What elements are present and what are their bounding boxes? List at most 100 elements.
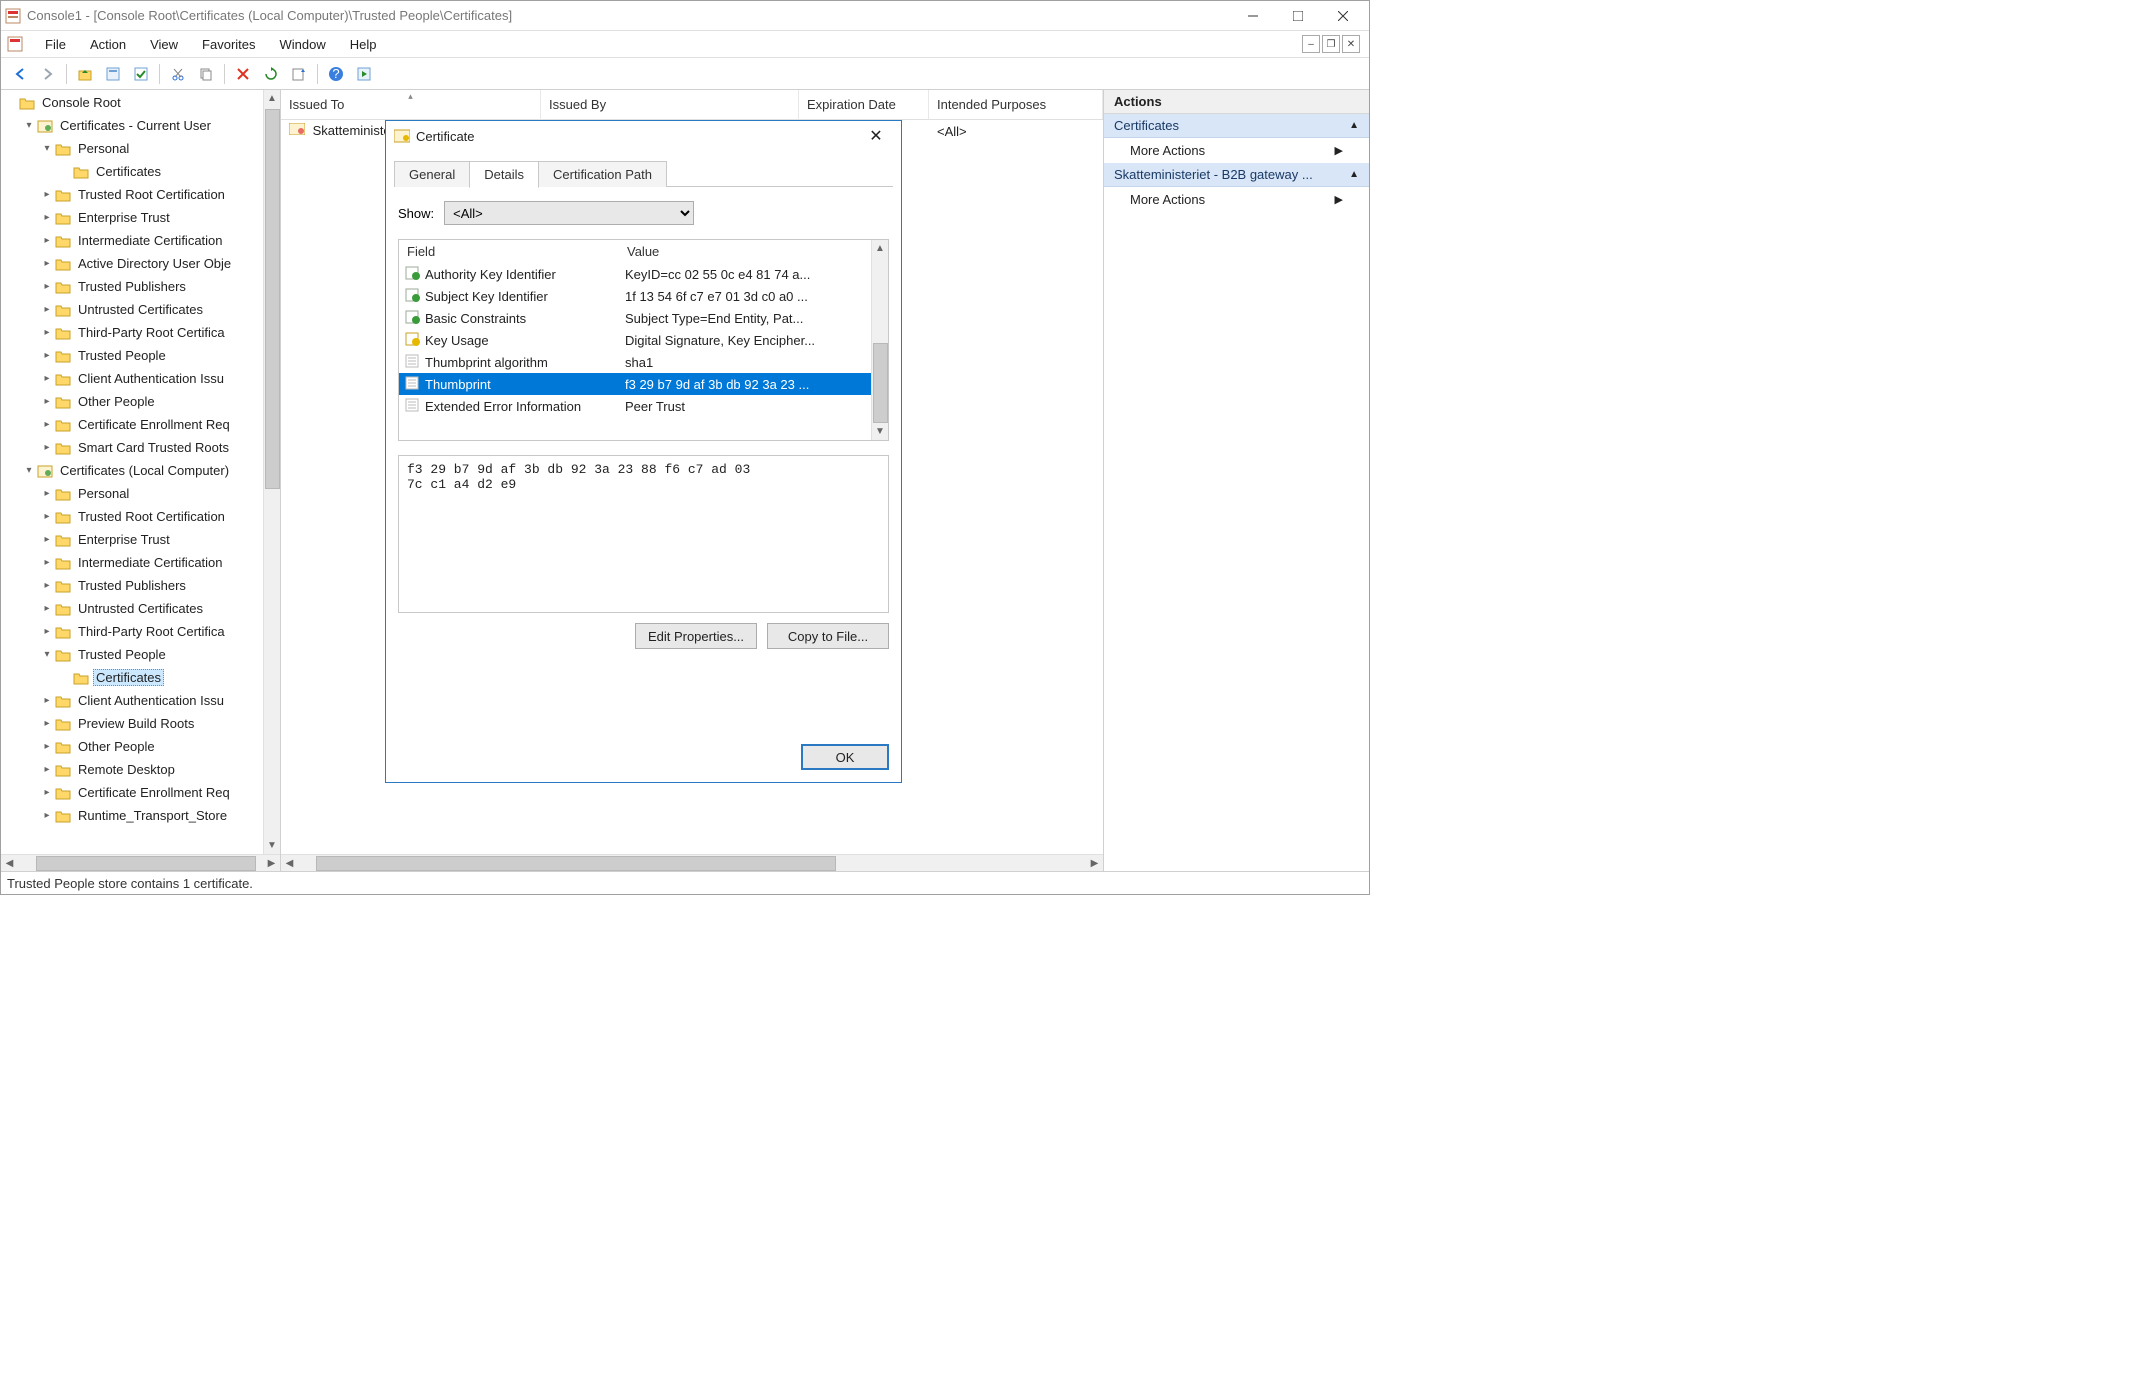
tree-node[interactable]: ▸ Runtime_Transport_Store [1, 804, 263, 827]
expand-icon[interactable]: ▸ [39, 327, 55, 338]
expand-icon[interactable]: ▸ [39, 603, 55, 614]
tree-node[interactable]: ▸ Remote Desktop [1, 758, 263, 781]
dialog-close-button[interactable]: ✕ [859, 122, 893, 150]
field-list-scrollbar[interactable]: ▲ ▼ [871, 240, 888, 440]
tree-node[interactable]: ▸ Client Authentication Issu [1, 367, 263, 390]
expand-icon[interactable]: ▸ [39, 626, 55, 637]
expand-icon[interactable]: ▾ [39, 143, 55, 154]
mdi-restore-button[interactable]: ❐ [1322, 35, 1340, 53]
tree-node[interactable]: ▸ Enterprise Trust [1, 528, 263, 551]
expand-icon[interactable]: ▸ [39, 258, 55, 269]
tree-node[interactable]: ▸ Trusted Root Certification [1, 183, 263, 206]
folder-up-button[interactable] [72, 61, 98, 87]
minimize-button[interactable] [1230, 1, 1275, 30]
expand-icon[interactable]: ▾ [21, 465, 37, 476]
help-button[interactable]: ? [323, 61, 349, 87]
tree-node[interactable]: ▸ Trusted People [1, 344, 263, 367]
col-issued-to[interactable]: Issued To [281, 90, 541, 119]
expand-icon[interactable]: ▸ [39, 764, 55, 775]
field-row[interactable]: Subject Key Identifier 1f 13 54 6f c7 e7… [399, 285, 871, 307]
menu-view[interactable]: View [138, 33, 190, 56]
col-purposes[interactable]: Intended Purposes [929, 90, 1103, 119]
tree-node[interactable]: ▸ Active Directory User Obje [1, 252, 263, 275]
expand-icon[interactable]: ▾ [39, 649, 55, 660]
ok-button[interactable]: OK [801, 744, 889, 770]
tree-node[interactable]: ▸ Personal [1, 482, 263, 505]
tree-node[interactable]: ▸ Untrusted Certificates [1, 298, 263, 321]
tree-node[interactable]: ▸ Intermediate Certification [1, 551, 263, 574]
tree-node[interactable]: ▸ Trusted Publishers [1, 574, 263, 597]
tree-node[interactable]: ▸ Client Authentication Issu [1, 689, 263, 712]
expand-icon[interactable]: ▸ [39, 488, 55, 499]
expand-icon[interactable]: ▸ [39, 511, 55, 522]
tree-node[interactable]: ▾ Trusted People [1, 643, 263, 666]
run-button[interactable] [351, 61, 377, 87]
tree-node[interactable]: ▸ Intermediate Certification [1, 229, 263, 252]
col-issued-by[interactable]: Issued By [541, 90, 799, 119]
expand-icon[interactable]: ▸ [39, 580, 55, 591]
menu-window[interactable]: Window [268, 33, 338, 56]
expand-icon[interactable]: ▸ [39, 419, 55, 430]
menu-file[interactable]: File [33, 33, 78, 56]
expand-icon[interactable]: ▸ [39, 442, 55, 453]
expand-icon[interactable]: ▸ [39, 281, 55, 292]
expand-icon[interactable]: ▸ [39, 787, 55, 798]
tree-node[interactable]: ▾ Certificates - Current User [1, 114, 263, 137]
tree-hscrollbar[interactable]: ◀▶ [1, 854, 280, 871]
tree-node[interactable]: ▸ Certificate Enrollment Req [1, 781, 263, 804]
tree-node[interactable]: Console Root [1, 91, 263, 114]
mdi-close-button[interactable]: ✕ [1342, 35, 1360, 53]
tree-node[interactable]: ▸ Smart Card Trusted Roots [1, 436, 263, 459]
field-header[interactable]: Field [399, 240, 619, 263]
actions-more-2[interactable]: More Actions▶ [1104, 187, 1369, 212]
field-detail[interactable]: f3 29 b7 9d af 3b db 92 3a 23 88 f6 c7 a… [398, 455, 889, 613]
tree-node[interactable]: ▸ Enterprise Trust [1, 206, 263, 229]
forward-button[interactable] [35, 61, 61, 87]
field-row[interactable]: Authority Key Identifier KeyID=cc 02 55 … [399, 263, 871, 285]
menu-action[interactable]: Action [78, 33, 138, 56]
edit-properties-button[interactable]: Edit Properties... [635, 623, 757, 649]
tree-node[interactable]: ▸ Certificate Enrollment Req [1, 413, 263, 436]
console-tree[interactable]: Console Root ▾ Certificates - Current Us… [1, 90, 263, 854]
tree-node[interactable]: ▸ Third-Party Root Certifica [1, 620, 263, 643]
copy-button[interactable] [193, 61, 219, 87]
value-header[interactable]: Value [619, 240, 871, 263]
tree-node[interactable]: ▸ Trusted Root Certification [1, 505, 263, 528]
cut-button[interactable] [165, 61, 191, 87]
expand-icon[interactable]: ▸ [39, 304, 55, 315]
expand-icon[interactable]: ▾ [21, 120, 37, 131]
field-row[interactable]: Thumbprint f3 29 b7 9d af 3b db 92 3a 23… [399, 373, 871, 395]
tree-node[interactable]: ▸ Other People [1, 390, 263, 413]
actions-group-certificates[interactable]: Certificates▲ [1104, 114, 1369, 138]
tree-node[interactable]: ▸ Third-Party Root Certifica [1, 321, 263, 344]
menu-help[interactable]: Help [338, 33, 389, 56]
field-list[interactable]: Field Value Authority Key Identifier Key… [398, 239, 889, 441]
expand-icon[interactable]: ▸ [39, 396, 55, 407]
expand-icon[interactable]: ▸ [39, 235, 55, 246]
actions-more-1[interactable]: More Actions▶ [1104, 138, 1369, 163]
tab-details[interactable]: Details [469, 161, 539, 188]
field-row[interactable]: Extended Error Information Peer Trust [399, 395, 871, 417]
tree-node[interactable]: ▾ Certificates (Local Computer) [1, 459, 263, 482]
tree-node[interactable]: ▸ Trusted Publishers [1, 275, 263, 298]
tree-node[interactable]: ▸ Preview Build Roots [1, 712, 263, 735]
expand-icon[interactable]: ▸ [39, 212, 55, 223]
copy-to-file-button[interactable]: Copy to File... [767, 623, 889, 649]
tree-vscrollbar[interactable]: ▲ ▼ [263, 90, 280, 854]
expand-icon[interactable]: ▸ [39, 741, 55, 752]
tab-general[interactable]: General [394, 161, 470, 187]
expand-icon[interactable]: ▸ [39, 695, 55, 706]
expand-icon[interactable]: ▸ [39, 557, 55, 568]
show-dropdown[interactable]: <All> [444, 201, 694, 225]
mdi-minimize-button[interactable]: – [1302, 35, 1320, 53]
back-button[interactable] [7, 61, 33, 87]
field-row[interactable]: Key Usage Digital Signature, Key Enciphe… [399, 329, 871, 351]
expand-icon[interactable]: ▸ [39, 373, 55, 384]
tree-node[interactable]: ▸ Untrusted Certificates [1, 597, 263, 620]
tree-node[interactable]: Certificates [1, 160, 263, 183]
refresh-button[interactable] [258, 61, 284, 87]
show-hide-button[interactable] [128, 61, 154, 87]
expand-icon[interactable]: ▸ [39, 534, 55, 545]
col-expiration[interactable]: Expiration Date [799, 90, 929, 119]
tab-certpath[interactable]: Certification Path [538, 161, 667, 187]
